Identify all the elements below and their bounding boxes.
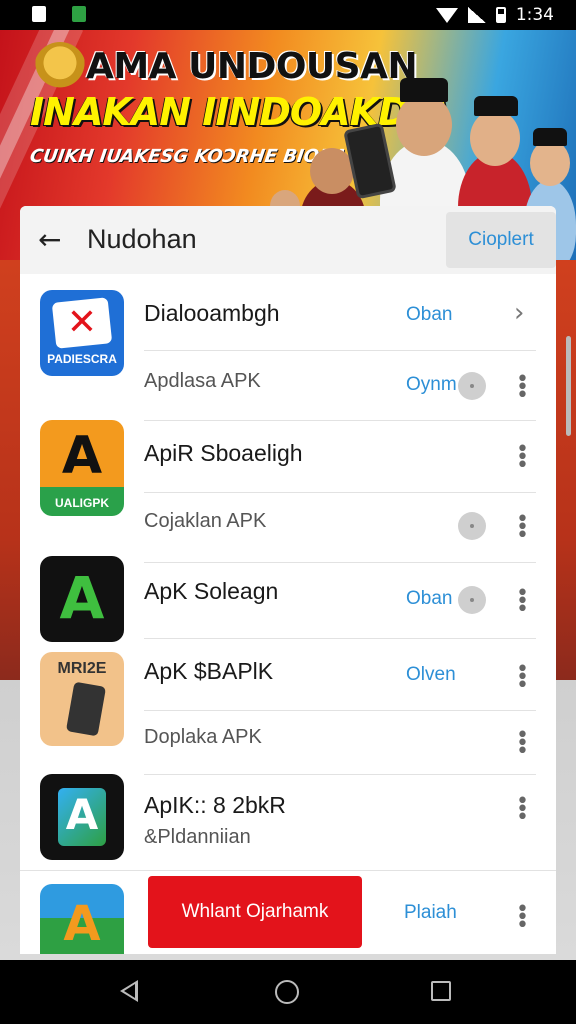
app-subtitle-5: &Pldanniian [144,826,251,848]
app-row-4[interactable]: ApK $BAPlK Olven [144,638,536,710]
more-options-icon[interactable] [516,446,526,470]
app-icon-2[interactable]: A UALIGPK [40,420,124,516]
scrollbar[interactable] [566,336,571,436]
signal-icon [467,7,486,23]
app-icon-3[interactable]: A [40,556,124,642]
back-icon[interactable] [120,980,138,1002]
app-title-5: ApIK:: 8 2bkR [144,792,286,818]
more-options-icon[interactable] [516,732,526,756]
sheet-header: ← Nudohan Cioplert [20,206,556,274]
toggle-icon[interactable] [458,586,486,614]
status-bar: 1:34 [0,0,576,30]
app-subrow-1[interactable]: Apdlasa APK Oynm [144,356,536,422]
bottom-link[interactable]: Plaiah [404,902,457,924]
more-options-icon[interactable] [516,798,526,822]
app-list-sheet: ← Nudohan Cioplert ✕ PADIESCRA Dialooamb… [20,206,556,954]
more-options-icon[interactable] [516,590,526,614]
app-icon-1[interactable]: ✕ PADIESCRA [40,290,124,376]
app-icon-4-caption: MRI2E [57,660,107,677]
app-title-4: ApK $BAPlK [144,658,274,684]
app-row-2[interactable]: ApiR Sboaeligh [144,420,536,490]
notification-icon [32,6,46,22]
home-icon[interactable] [275,980,299,1004]
app-icon-4[interactable]: MRI2E [40,652,124,746]
sheet-title: Nudohan [87,224,197,254]
app-title-1: Dialooambgh [144,300,280,326]
chevron-right-icon[interactable]: › [514,298,524,328]
battery-icon [495,7,506,23]
more-options-icon[interactable] [516,666,526,690]
app-link-3[interactable]: Oban [406,588,452,610]
app-subtitle-2: Cojaklan APK [144,510,267,532]
app-subrow-2[interactable]: Cojaklan APK [144,492,536,562]
app-row-5[interactable]: ApIK:: 8 2bkR &Pldanniian [144,774,536,870]
back-arrow-icon[interactable]: ← [38,224,70,256]
app-row-3[interactable]: ApK Soleagn Oban [144,562,536,638]
app-subrow-4[interactable]: Doplaka APK [144,710,536,774]
app-sublink-1[interactable]: Oynm [406,374,457,396]
navigation-bar [0,960,576,1024]
app-title-2: ApiR Sboaeligh [144,440,303,466]
app-title-3: ApK Soleagn [144,578,279,604]
toggle-icon[interactable] [458,512,486,540]
app-subtitle-1: Apdlasa APK [144,370,261,392]
app-subtitle-4: Doplaka APK [144,726,262,748]
banner-title-line2: INAKAN IINDOAKDIA [30,90,451,134]
more-options-icon[interactable] [516,376,526,400]
banner-title: AMA UNDOUSAN [86,46,418,87]
app-icon-1-caption: PADIESCRA [47,352,117,366]
status-time: 1:34 [515,5,554,25]
toggle-icon[interactable] [458,372,486,400]
app-icon-2-caption: UALIGPK [55,496,109,510]
app-link-4[interactable]: Olven [406,664,456,686]
garuda-emblem-icon [34,42,86,94]
app-icon-5[interactable]: A [40,774,124,860]
wifi-icon [435,7,458,23]
more-options-icon[interactable] [516,516,526,540]
app-icon-6[interactable]: A [40,884,124,954]
header-action-button[interactable]: Cioplert [446,212,556,268]
app-link-1[interactable]: Oban [406,304,452,326]
recents-icon[interactable] [431,981,451,1001]
cta-button[interactable]: Whlant Ojarhamk [148,876,362,948]
more-options-icon[interactable] [516,906,526,930]
app-row-1[interactable]: Dialooambgh Oban › [144,290,536,356]
whatsapp-icon [72,6,86,22]
